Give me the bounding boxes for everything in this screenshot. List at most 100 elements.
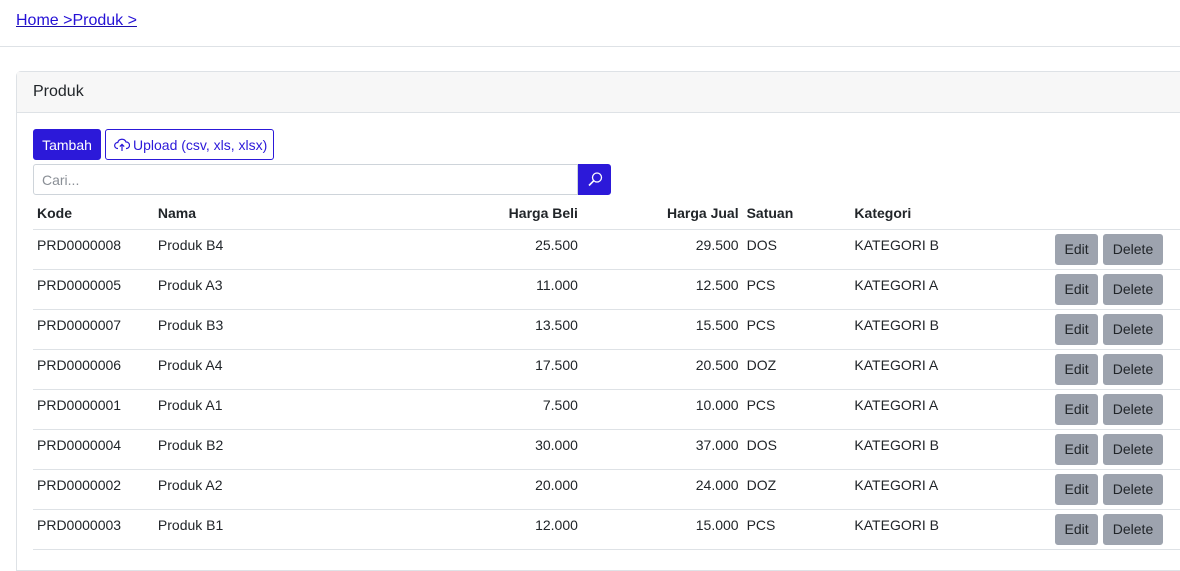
cell-harga-jual: 24.000 xyxy=(581,469,743,510)
produk-table: Kode Nama Harga Beli Harga Jual Satuan K… xyxy=(33,198,1180,550)
cell-kode: PRD0000006 xyxy=(33,349,154,390)
cell-actions: Edit Delete xyxy=(1050,269,1180,310)
card-title: Produk xyxy=(17,72,1180,113)
cell-harga-beli: 11.000 xyxy=(323,269,582,310)
cell-satuan: DOZ xyxy=(742,469,851,510)
edit-button[interactable]: Edit xyxy=(1055,393,1099,425)
cell-nama: Produk A1 xyxy=(153,389,324,430)
cell-nama: Produk B4 xyxy=(153,229,324,270)
cell-kategori: KATEGORI A xyxy=(850,269,1051,310)
upload-button[interactable]: Upload (csv, xls, xlsx) xyxy=(105,129,274,160)
cell-kategori: KATEGORI B xyxy=(850,509,1051,550)
cell-satuan: PCS xyxy=(742,309,851,350)
cell-harga-beli: 12.000 xyxy=(323,509,582,550)
cell-kode: PRD0000001 xyxy=(33,389,154,430)
upload-button-label: Upload (csv, xls, xlsx) xyxy=(133,137,268,153)
header-harga-jual[interactable]: Harga Jual xyxy=(581,198,743,230)
delete-button[interactable]: Delete xyxy=(1103,433,1163,465)
table-header-row: Kode Nama Harga Beli Harga Jual Satuan K… xyxy=(33,198,1180,230)
cell-satuan: PCS xyxy=(742,509,851,550)
cell-actions: Edit Delete xyxy=(1050,309,1180,350)
search-button[interactable] xyxy=(578,164,611,195)
breadcrumb: Home >Produk > xyxy=(16,12,137,30)
cell-nama: Produk A2 xyxy=(153,469,324,510)
cell-harga-jual: 29.500 xyxy=(581,229,743,270)
cell-nama: Produk B2 xyxy=(153,429,324,470)
cell-kode: PRD0000007 xyxy=(33,309,154,350)
cell-harga-jual: 15.000 xyxy=(581,509,743,550)
cell-nama: Produk A4 xyxy=(153,349,324,390)
cell-harga-jual: 37.000 xyxy=(581,429,743,470)
cell-harga-beli: 20.000 xyxy=(323,469,582,510)
search-input[interactable] xyxy=(33,164,578,195)
cell-kategori: KATEGORI A xyxy=(850,389,1051,430)
cell-satuan: PCS xyxy=(742,269,851,310)
cell-harga-jual: 12.500 xyxy=(581,269,743,310)
cell-harga-jual: 15.500 xyxy=(581,309,743,350)
search-group xyxy=(33,164,611,195)
header-kategori[interactable]: Kategori xyxy=(850,198,1051,230)
edit-button[interactable]: Edit xyxy=(1055,313,1099,345)
cell-harga-beli: 13.500 xyxy=(323,309,582,350)
edit-button[interactable]: Edit xyxy=(1055,353,1099,385)
cell-nama: Produk A3 xyxy=(153,269,324,310)
delete-button[interactable]: Delete xyxy=(1103,473,1163,505)
table-row: PRD0000004 Produk B2 30.000 37.000 DOS K… xyxy=(33,429,1180,470)
breadcrumb-home-link[interactable]: Home > xyxy=(16,12,72,29)
header-actions xyxy=(1050,198,1180,230)
edit-button[interactable]: Edit xyxy=(1055,513,1099,545)
edit-button[interactable]: Edit xyxy=(1055,273,1099,305)
cell-kode: PRD0000004 xyxy=(33,429,154,470)
breadcrumb-produk-link[interactable]: Produk > xyxy=(72,12,136,29)
delete-button[interactable]: Delete xyxy=(1103,393,1163,425)
cell-kode: PRD0000005 xyxy=(33,269,154,310)
cell-harga-jual: 20.500 xyxy=(581,349,743,390)
add-button[interactable]: Tambah xyxy=(33,129,101,160)
cell-actions: Edit Delete xyxy=(1050,469,1180,510)
cell-kode: PRD0000002 xyxy=(33,469,154,510)
delete-button[interactable]: Delete xyxy=(1103,273,1163,305)
edit-button[interactable]: Edit xyxy=(1055,473,1099,505)
table-row: PRD0000008 Produk B4 25.500 29.500 DOS K… xyxy=(33,229,1180,270)
cell-kode: PRD0000003 xyxy=(33,509,154,550)
delete-button[interactable]: Delete xyxy=(1103,513,1163,545)
cell-nama: Produk B3 xyxy=(153,309,324,350)
cell-harga-jual: 10.000 xyxy=(581,389,743,430)
cloud-upload-icon xyxy=(114,133,131,151)
cell-kategori: KATEGORI A xyxy=(850,349,1051,390)
cell-actions: Edit Delete xyxy=(1050,429,1180,470)
cell-kategori: KATEGORI B xyxy=(850,229,1051,270)
header-kode[interactable]: Kode xyxy=(33,198,154,230)
header-harga-beli[interactable]: Harga Beli xyxy=(323,198,582,230)
header-nama[interactable]: Nama xyxy=(153,198,324,230)
cell-satuan: PCS xyxy=(742,389,851,430)
table-row: PRD0000005 Produk A3 11.000 12.500 PCS K… xyxy=(33,269,1180,310)
cell-harga-beli: 17.500 xyxy=(323,349,582,390)
cell-harga-beli: 30.000 xyxy=(323,429,582,470)
cell-kode: PRD0000008 xyxy=(33,229,154,270)
cell-kategori: KATEGORI B xyxy=(850,429,1051,470)
edit-button[interactable]: Edit xyxy=(1055,433,1099,465)
header-satuan[interactable]: Satuan xyxy=(742,198,851,230)
table-row: PRD0000006 Produk A4 17.500 20.500 DOZ K… xyxy=(33,349,1180,390)
cell-kategori: KATEGORI B xyxy=(850,309,1051,350)
delete-button[interactable]: Delete xyxy=(1103,353,1163,385)
cell-actions: Edit Delete xyxy=(1050,389,1180,430)
cell-nama: Produk B1 xyxy=(153,509,324,550)
edit-button[interactable]: Edit xyxy=(1055,233,1099,265)
cell-harga-beli: 7.500 xyxy=(323,389,582,430)
cell-kategori: KATEGORI A xyxy=(850,469,1051,510)
table-row: PRD0000002 Produk A2 20.000 24.000 DOZ K… xyxy=(33,469,1180,510)
table-row: PRD0000007 Produk B3 13.500 15.500 PCS K… xyxy=(33,309,1180,350)
cell-actions: Edit Delete xyxy=(1050,229,1180,270)
breadcrumb-bar: Home >Produk > xyxy=(0,0,1180,47)
cell-actions: Edit Delete xyxy=(1050,509,1180,550)
cell-harga-beli: 25.500 xyxy=(323,229,582,270)
table-row: PRD0000001 Produk A1 7.500 10.000 PCS KA… xyxy=(33,389,1180,430)
delete-button[interactable]: Delete xyxy=(1103,313,1163,345)
cell-actions: Edit Delete xyxy=(1050,349,1180,390)
cell-satuan: DOS xyxy=(742,229,851,270)
table-row: PRD0000003 Produk B1 12.000 15.000 PCS K… xyxy=(33,509,1180,550)
delete-button[interactable]: Delete xyxy=(1103,233,1163,265)
cell-satuan: DOS xyxy=(742,429,851,470)
